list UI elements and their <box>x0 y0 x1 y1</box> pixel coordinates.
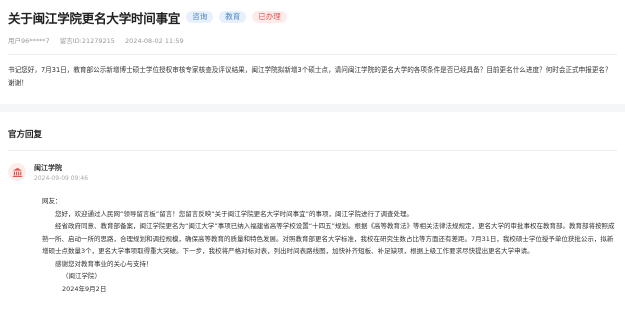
user-name: 用户96*****7 <box>8 37 50 45</box>
institution-icon <box>8 163 26 181</box>
reply-paragraph: 您好，欢迎通过人民网“领导留言板”留言！您留言反映“关于闽江学院更名大学时间事宜… <box>55 209 413 218</box>
reply-greeting: 网友： <box>42 197 62 205</box>
reply-content: 网友： 您好，欢迎通过人民网“领导留言板”留言！您留言反映“关于闽江学院更名大学… <box>42 195 615 295</box>
reply-sign-date: 2024年9月2日 <box>62 284 107 293</box>
header-divider <box>8 54 617 55</box>
message-id: 留言ID:21279215 <box>59 37 115 45</box>
org-name: 闽江学院 <box>34 164 62 172</box>
tag-consult[interactable]: 咨询 <box>186 11 214 23</box>
reply-paragraph: 经省政府同意、教育部备案，闽江学院更名为“闽江大学”事项已纳入福建省高等学校设置… <box>42 222 615 255</box>
reply-paragraph: 感谢您对教育事业的关心与支持！ <box>55 259 153 268</box>
post-date: 2024-08-02 11:59 <box>125 37 184 45</box>
reply-org: 闽江学院 2024-09-09 09:46 <box>8 163 88 184</box>
message-detail-page: 关于闽江学院更名大学时间事宜 咨询 教育 已办理 用户96*****7 留言ID… <box>0 0 625 336</box>
page-title: 关于闽江学院更名大学时间事宜 <box>8 10 181 26</box>
question-content: 书记您好，7月31日，教育部公示新增博士硕士学位授权审核专家核查及评议结果，闽江… <box>8 66 612 87</box>
title-row: 关于闽江学院更名大学时间事宜 咨询 教育 已办理 <box>8 8 617 26</box>
message-header: 关于闽江学院更名大学时间事宜 咨询 教育 已办理 用户96*****7 留言ID… <box>8 8 617 45</box>
reply-date: 2024-09-09 09:46 <box>34 175 89 182</box>
official-reply-title: 官方回复 <box>8 130 43 140</box>
section-separator <box>0 104 625 112</box>
reply-divider <box>8 150 617 151</box>
tag-education[interactable]: 教育 <box>219 11 247 23</box>
reply-signature: （闽江学院） <box>62 272 101 280</box>
meta-row: 用户96*****7 留言ID:21279215 2024-08-02 11:5… <box>8 35 617 45</box>
org-text: 闽江学院 2024-09-09 09:46 <box>34 163 88 184</box>
status-badge: 已办理 <box>252 11 287 23</box>
